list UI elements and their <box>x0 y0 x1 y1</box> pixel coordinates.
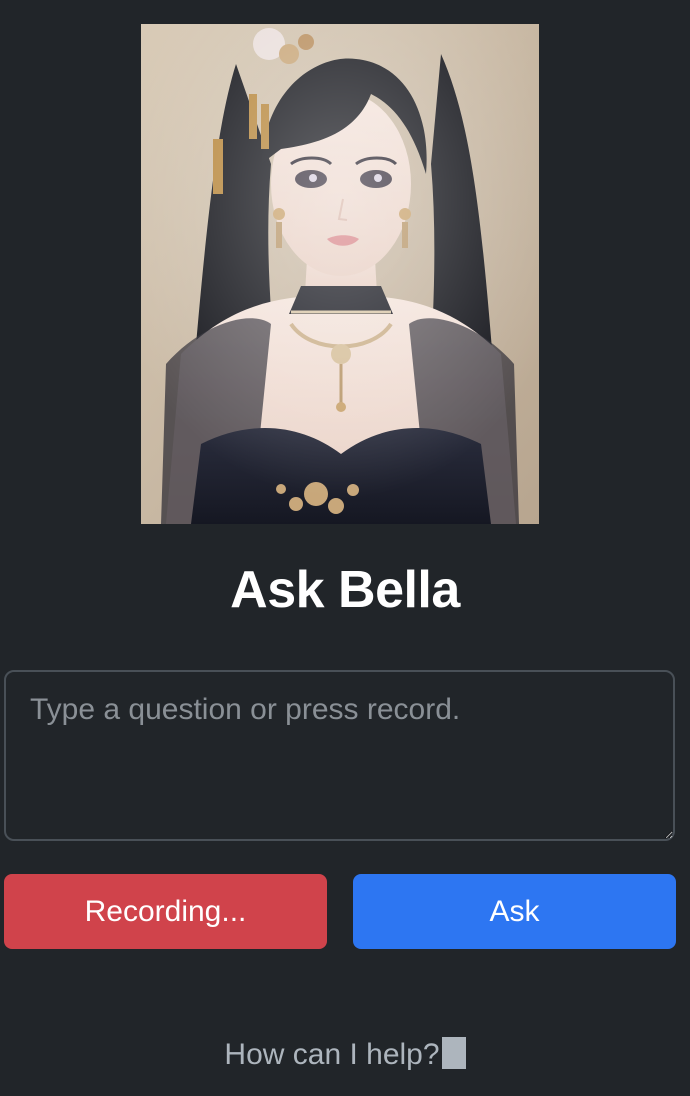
question-input[interactable] <box>4 670 675 841</box>
portrait-illustration <box>141 24 539 524</box>
bella-portrait-image <box>141 24 539 524</box>
typing-cursor <box>441 1037 466 1069</box>
ask-button[interactable]: Ask <box>353 874 676 949</box>
record-button[interactable]: Recording... <box>4 874 327 949</box>
ask-bella-page: Ask Bella Recording... Ask How can I hel… <box>0 0 690 1096</box>
page-title: Ask Bella <box>230 561 460 619</box>
response-area: How can I help? <box>0 1034 690 1076</box>
response-text: How can I help? <box>224 1038 440 1071</box>
